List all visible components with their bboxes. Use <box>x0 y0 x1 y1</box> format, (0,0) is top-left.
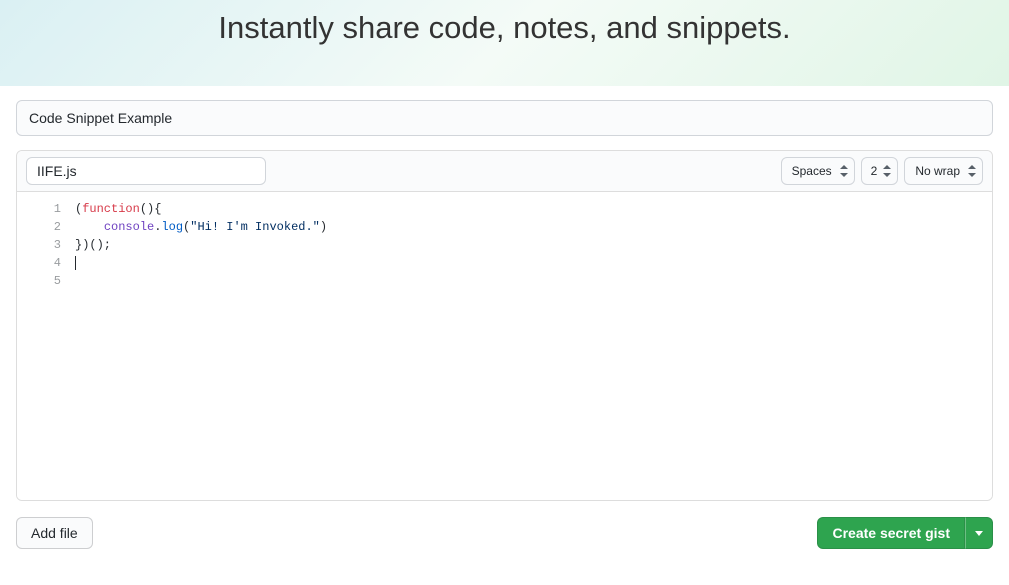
editor-frame: Spaces 2 No wrap 1 2 3 4 5 <box>16 150 993 501</box>
chevron-updown-icon <box>840 165 848 177</box>
create-secret-gist-button[interactable]: Create secret gist <box>817 517 965 549</box>
gist-description-input[interactable] <box>16 100 993 136</box>
wrap-mode-value: No wrap <box>915 164 960 178</box>
create-button-group: Create secret gist <box>817 517 993 549</box>
line-number: 4 <box>17 254 61 272</box>
hero-tagline: Instantly share code, notes, and snippet… <box>0 10 1009 46</box>
main-container: Spaces 2 No wrap 1 2 3 4 5 <box>0 86 1009 569</box>
code-line: (function(){ <box>75 200 992 218</box>
create-dropdown-toggle[interactable] <box>965 517 993 549</box>
add-file-button[interactable]: Add file <box>16 517 93 549</box>
editor-toolbar: Spaces 2 No wrap <box>17 151 992 192</box>
code-line: console.log("Hi! I'm Invoked.") <box>75 218 992 236</box>
code-line <box>75 254 992 272</box>
caret-down-icon <box>975 531 983 536</box>
code-line: })(); <box>75 236 992 254</box>
hero-banner: Instantly share code, notes, and snippet… <box>0 0 1009 86</box>
line-number: 1 <box>17 200 61 218</box>
toolbar-right: Spaces 2 No wrap <box>781 157 983 185</box>
chevron-updown-icon <box>968 165 976 177</box>
text-cursor <box>75 256 76 270</box>
line-number: 3 <box>17 236 61 254</box>
line-number: 2 <box>17 218 61 236</box>
wrap-mode-select[interactable]: No wrap <box>904 157 983 185</box>
line-number-gutter: 1 2 3 4 5 <box>17 200 75 500</box>
indent-size-value: 2 <box>871 164 878 178</box>
code-lines: (function(){ console.log("Hi! I'm Invoke… <box>75 200 992 500</box>
code-editor[interactable]: 1 2 3 4 5 (function(){ console.log("Hi! … <box>17 192 992 500</box>
indent-size-select[interactable]: 2 <box>861 157 899 185</box>
filename-input[interactable] <box>26 157 266 185</box>
line-number: 5 <box>17 272 61 290</box>
indent-mode-select[interactable]: Spaces <box>781 157 855 185</box>
indent-mode-value: Spaces <box>792 164 832 178</box>
footer-actions: Add file Create secret gist <box>16 517 993 549</box>
code-line <box>75 272 992 290</box>
chevron-updown-icon <box>883 165 891 177</box>
